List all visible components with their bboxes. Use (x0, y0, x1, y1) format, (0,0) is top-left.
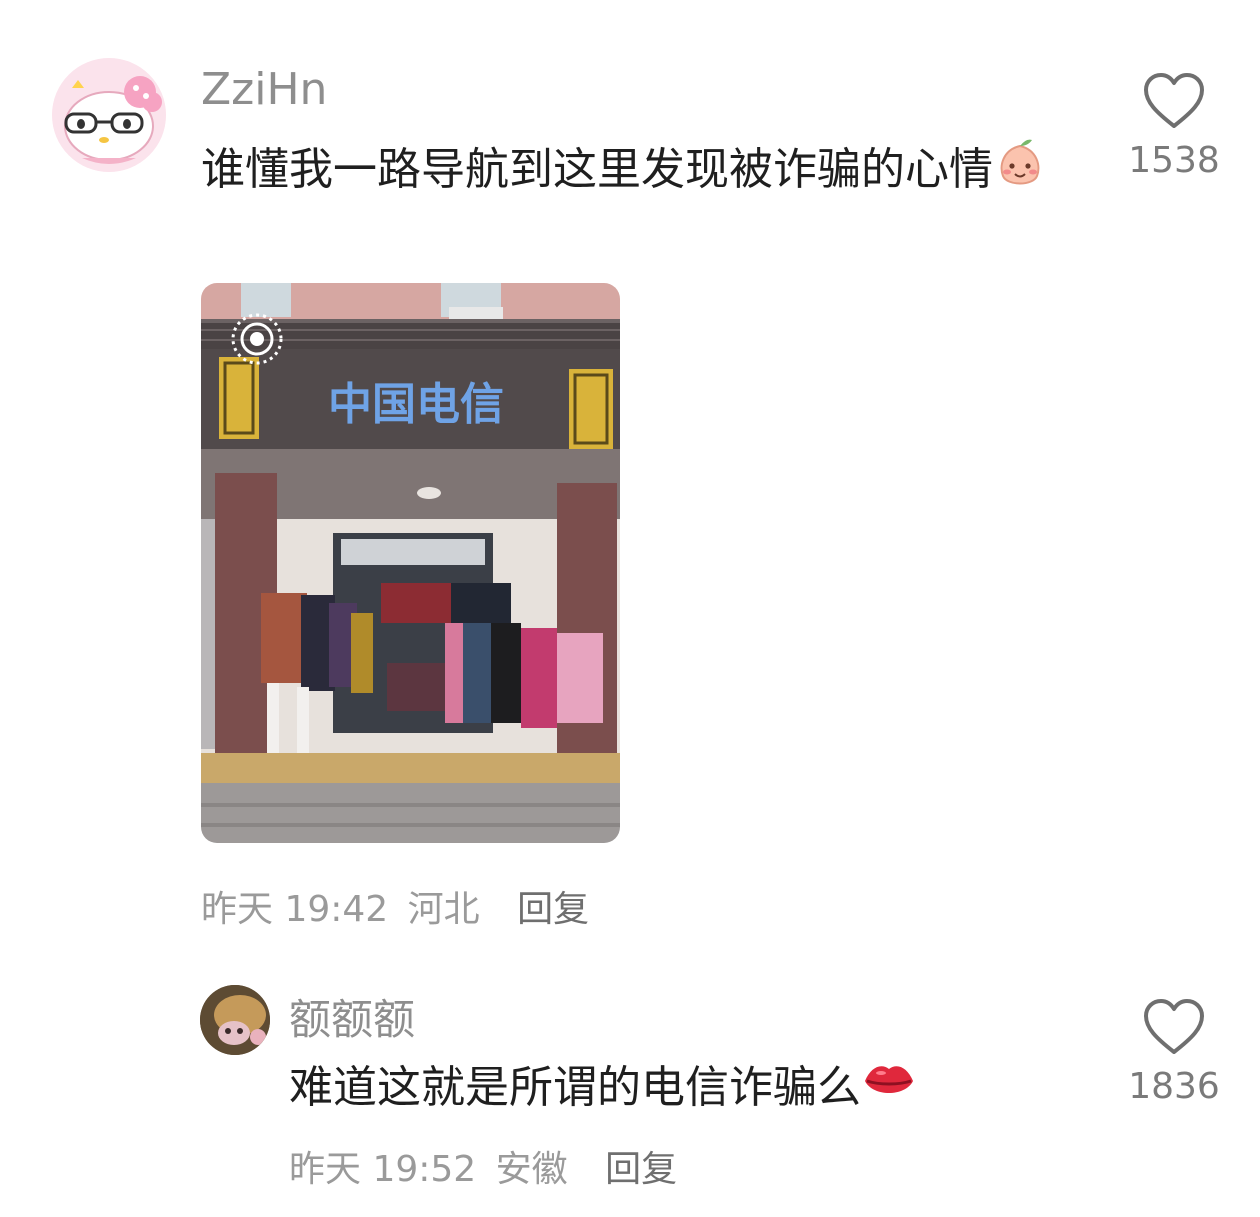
username[interactable]: ZziHn (201, 64, 327, 115)
lips-emoji-icon (861, 1057, 917, 1123)
comment-text: 谁懂我一路导航到这里发现被诈骗的心情 (201, 136, 1051, 208)
comment-meta: 昨天 19:42 河北 回复 (201, 880, 597, 932)
comment-text: 难道这就是所谓的电信诈骗么 (289, 1056, 1089, 1123)
heart-icon (1144, 999, 1204, 1054)
peach-face-emoji-icon (993, 136, 1047, 208)
comment-text-content: 谁懂我一路导航到这里发现被诈骗的心情 (201, 144, 993, 195)
like-count: 1836 (1128, 1066, 1220, 1107)
reply-button[interactable]: 回复 (517, 889, 589, 930)
comment-time: 昨天 19:42 (201, 889, 389, 930)
comment-text-content: 难道这就是所谓的电信诈骗么 (289, 1062, 861, 1113)
like-count: 1538 (1128, 140, 1220, 181)
comment-location: 安徽 (495, 1149, 568, 1190)
hello-kitty-avatar-icon (52, 58, 166, 172)
avatar[interactable] (200, 985, 270, 1055)
comment-location: 河北 (407, 889, 480, 930)
comment-photo[interactable]: 中国电信 (201, 283, 620, 843)
storefront-photo: 中国电信 (201, 283, 620, 843)
sign-text: 中国电信 (328, 379, 504, 430)
comment-time: 昨天 19:52 (289, 1149, 477, 1190)
avatar[interactable] (52, 58, 166, 172)
username[interactable]: 额额额 (289, 986, 415, 1047)
plush-avatar-icon (200, 985, 270, 1055)
reply-button[interactable]: 回复 (605, 1149, 677, 1190)
like-button[interactable]: 1538 (1124, 72, 1224, 181)
heart-icon (1144, 73, 1204, 128)
comment-meta: 昨天 19:52 安徽 回复 (289, 1140, 685, 1192)
like-button[interactable]: 1836 (1124, 998, 1224, 1107)
